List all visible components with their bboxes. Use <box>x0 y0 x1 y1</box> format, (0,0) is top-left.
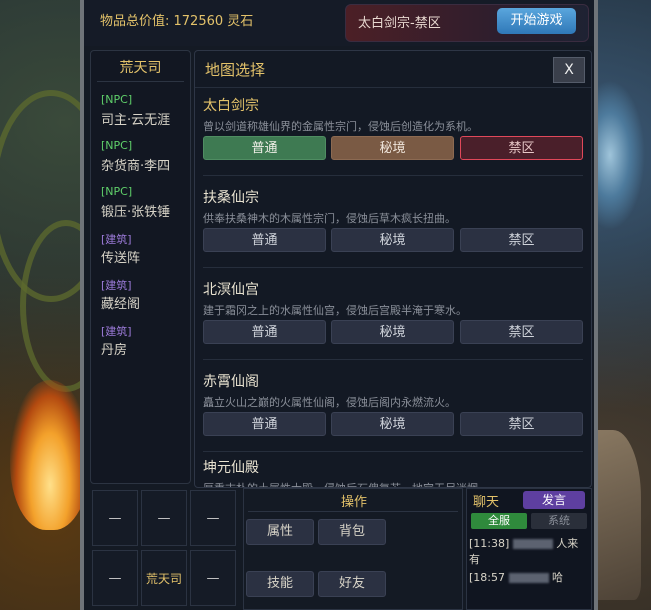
total-value-label: 物品总价值: 172560 灵石 <box>100 14 254 29</box>
map-description: 矗立火山之巅的火属性仙阁，侵蚀后阁内永燃流火。 <box>203 396 456 409</box>
flame-decoration <box>10 380 90 530</box>
redacted-text <box>512 539 553 549</box>
secret-difficulty-button[interactable]: 秘境 <box>331 320 454 344</box>
chat-message: [18:57 哈 <box>469 569 563 585</box>
quick-slot[interactable]: — <box>141 490 187 546</box>
divider <box>203 175 583 176</box>
start-game-button[interactable]: 开始游戏 <box>497 8 576 34</box>
skills-button[interactable]: 技能 <box>246 571 314 597</box>
location-title: 荒天司 <box>119 60 162 76</box>
divider <box>195 87 591 88</box>
map-name: 太白剑宗 <box>203 98 259 114</box>
map-section-kunyuan: 坤元仙殿 厚重古朴的土属性大殿，侵蚀后石傀复苏，地宫无尽迷惘。 <box>195 457 591 487</box>
normal-difficulty-button[interactable]: 普通 <box>203 412 326 436</box>
friends-button[interactable]: 好友 <box>318 571 386 597</box>
map-section-beiming: 北溟仙宫 建于霜冈之上的水属性仙宫，侵蚀后宫殿半淹于寒水。 普通 秘境 禁区 <box>195 279 591 369</box>
map-name: 北溟仙宫 <box>203 282 259 298</box>
chat-message: [11:38] 人来 <box>469 535 578 551</box>
forbidden-difficulty-button[interactable]: 禁区 <box>460 136 583 160</box>
normal-difficulty-button[interactable]: 普通 <box>203 320 326 344</box>
map-section-taibai: 太白剑宗 曾以剑道称雄仙界的金属性宗门，侵蚀后创造化为系机。 普通 秘境 禁区 <box>195 95 591 185</box>
building-item[interactable]: 藏经阁 <box>101 293 140 312</box>
quick-slot[interactable]: — <box>190 550 236 606</box>
map-select-dialog: 地图选择 X 太白剑宗 曾以剑道称雄仙界的金属性宗门，侵蚀后创造化为系机。 普通… <box>194 50 592 488</box>
map-description: 建于霜冈之上的水属性仙宫，侵蚀后宫殿半淹于寒水。 <box>203 304 467 317</box>
location-slot[interactable]: 荒天司 <box>141 550 187 606</box>
building-tag: [建筑] <box>101 325 132 338</box>
building-item[interactable]: 传送阵 <box>101 247 140 266</box>
divider <box>203 359 583 360</box>
chat-text: 有 <box>469 553 480 566</box>
building-item[interactable]: 丹房 <box>101 339 127 358</box>
quick-slot[interactable]: — <box>92 490 138 546</box>
divider <box>248 511 458 512</box>
npc-item[interactable]: 杂货商·李四 <box>101 155 170 174</box>
forbidden-difficulty-button[interactable]: 禁区 <box>460 320 583 344</box>
secret-difficulty-button[interactable]: 秘境 <box>331 136 454 160</box>
map-description: 供奉扶桑神木的木属性宗门，侵蚀后草木疯长扭曲。 <box>203 212 456 225</box>
attributes-button[interactable]: 属性 <box>246 519 314 545</box>
chat-tab-all[interactable]: 全服 <box>471 513 527 529</box>
map-section-fusang: 扶桑仙宗 供奉扶桑神木的木属性宗门，侵蚀后草木疯长扭曲。 普通 秘境 禁区 <box>195 187 591 277</box>
normal-difficulty-button[interactable]: 普通 <box>203 136 326 160</box>
chat-text: 人来 <box>556 537 579 550</box>
chat-time: [11:38] <box>469 537 510 550</box>
npc-item[interactable]: 司主·云无涯 <box>101 109 170 128</box>
location-panel: 荒天司 [NPC] 司主·云无涯 [NPC] 杂货商·李四 [NPC] 锻压·张… <box>90 50 191 484</box>
quick-slot[interactable]: — <box>190 490 236 546</box>
speak-button[interactable]: 发言 <box>523 491 585 509</box>
forbidden-difficulty-button[interactable]: 禁区 <box>460 412 583 436</box>
map-description: 厚重古朴的土属性大殿，侵蚀后石傀复苏，地宫无尽迷惘。 <box>203 480 489 487</box>
dialog-title: 地图选择 <box>205 61 266 79</box>
normal-difficulty-button[interactable]: 普通 <box>203 228 326 252</box>
divider <box>203 267 583 268</box>
operations-panel: 操作 属性 背包 技能 好友 <box>243 488 463 610</box>
npc-item[interactable]: 锻压·张铁锤 <box>101 201 170 220</box>
npc-tag: [NPC] <box>101 185 133 198</box>
map-description: 曾以剑道称雄仙界的金属性宗门，侵蚀后创造化为系机。 <box>203 120 478 133</box>
chat-message: 有 <box>469 551 480 567</box>
chat-panel: 聊天 发言 全服 系统 [11:38] 人来 有 [18:57 哈 <box>466 488 592 610</box>
secret-difficulty-button[interactable]: 秘境 <box>331 412 454 436</box>
current-stage-text: 太白剑宗-禁区 <box>358 16 441 31</box>
chat-time: [18:57 <box>469 571 505 584</box>
backpack-button[interactable]: 背包 <box>318 519 386 545</box>
chat-title: 聊天 <box>473 495 500 510</box>
divider <box>203 451 583 452</box>
npc-tag: [NPC] <box>101 93 133 106</box>
building-tag: [建筑] <box>101 233 132 246</box>
building-tag: [建筑] <box>101 279 132 292</box>
forbidden-difficulty-button[interactable]: 禁区 <box>460 228 583 252</box>
operations-title: 操作 <box>340 495 367 510</box>
divider <box>97 81 184 82</box>
npc-tag: [NPC] <box>101 139 133 152</box>
chat-tab-system[interactable]: 系统 <box>531 513 587 529</box>
map-name: 坤元仙殿 <box>203 460 259 476</box>
map-section-chixiao: 赤霄仙阁 矗立火山之巅的火属性仙阁，侵蚀后阁内永燃流火。 普通 秘境 禁区 <box>195 371 591 461</box>
redacted-text <box>508 573 549 583</box>
close-button[interactable]: X <box>553 57 585 83</box>
map-name: 扶桑仙宗 <box>203 190 259 206</box>
chat-text: 哈 <box>552 571 563 584</box>
quick-slots: — — — — 荒天司 — <box>90 488 240 610</box>
quick-slot[interactable]: — <box>92 550 138 606</box>
map-name: 赤霄仙阁 <box>203 374 259 390</box>
secret-difficulty-button[interactable]: 秘境 <box>331 228 454 252</box>
